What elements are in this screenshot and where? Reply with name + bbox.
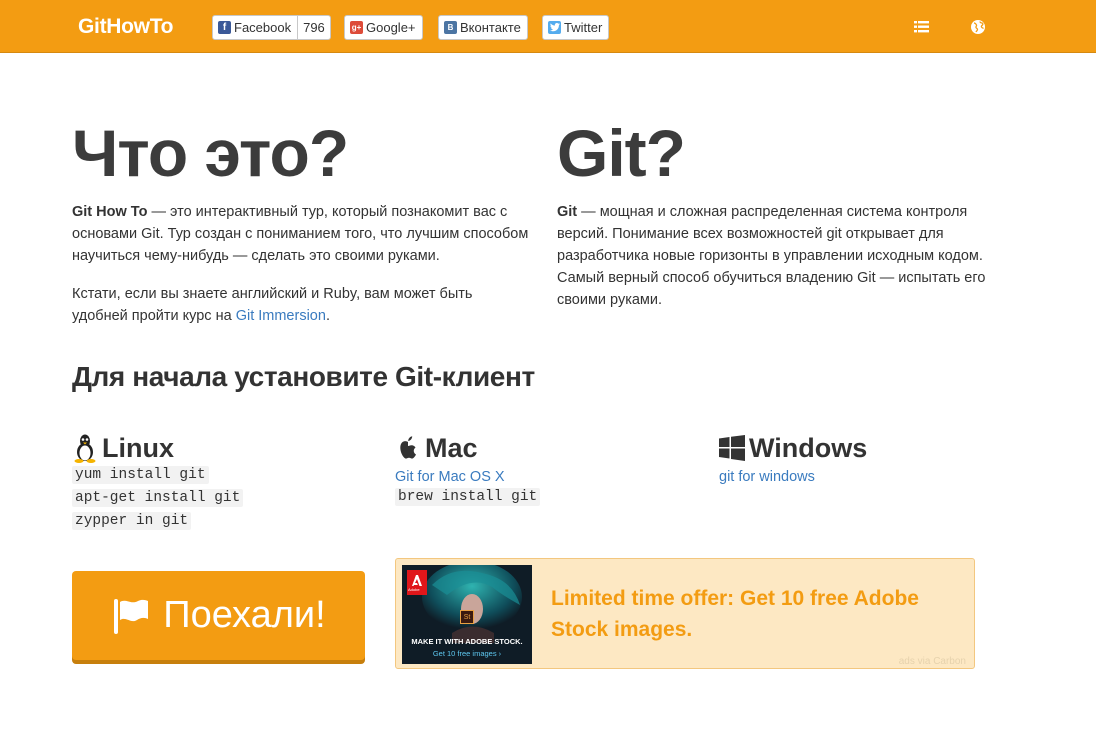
carbon-ad: Adobe St MAKE IT WITH ADOBE STOCK. Get 1… [395,558,975,669]
globe-icon[interactable] [968,17,988,37]
linux-label: Linux [102,432,174,463]
linux-command: zypper in git [72,512,192,530]
google-plus-share-button[interactable]: g+ Google+ [344,15,423,40]
linux-icon [72,433,98,463]
ad-text[interactable]: Limited time offer: Get 10 free Adobe St… [551,583,951,645]
start-tour-button[interactable]: Поехали! [72,571,365,660]
what-is-paragraph: Git How To — это интерактивный тур, кото… [72,201,532,267]
list-icon[interactable] [912,17,932,37]
top-navbar: GitHowTo f Facebook 796 g+ Google+ B Вко… [0,0,1096,53]
adobe-wordmark: Adobe [408,587,420,592]
vk-icon: B [444,21,457,34]
ad-image-cta: Get 10 free images › [432,649,502,658]
windows-label: Windows [749,432,868,463]
git-windows-link[interactable]: git for windows [719,469,815,485]
google-plus-label: Google+ [366,20,416,35]
flag-icon [111,596,151,636]
ad-image[interactable]: Adobe St MAKE IT WITH ADOBE STOCK. Get 1… [402,565,532,664]
linux-heading: Linux [72,432,243,464]
ads-via-carbon-link[interactable]: ads via Carbon [899,656,966,667]
twitter-share-button[interactable]: Twitter [542,15,610,40]
vk-share-button[interactable]: B Вконтакте [438,15,528,40]
facebook-count: 796 [297,16,330,39]
what-is-bold: Git How To [72,204,148,220]
vk-label: Вконтакте [460,20,521,35]
ad-image-headline: MAKE IT WITH ADOBE STOCK. [411,637,523,646]
facebook-share-button[interactable]: f Facebook 796 [212,15,331,40]
windows-section: Windows git for windows [719,432,867,486]
git-mac-link[interactable]: Git for Mac OS X [395,469,505,485]
git-title: Git? [557,116,686,190]
git-paragraph: Git — мощная и сложная распределенная си… [557,201,1012,311]
windows-heading: Windows [719,432,867,464]
stock-badge: St [460,610,474,624]
adobe-logo: Adobe [407,570,427,595]
apple-icon [395,433,421,463]
twitter-icon [548,21,561,34]
mac-heading: Mac [395,432,540,464]
git-text: — мощная и сложная распределенная систем… [557,204,986,308]
english-note-end: . [325,308,330,324]
windows-icon [719,433,745,463]
google-plus-icon: g+ [350,21,363,34]
start-tour-label: Поехали! [163,594,326,636]
mac-command: brew install git [395,488,541,506]
english-note-paragraph: Кстати, если вы знаете английский и Ruby… [72,283,512,327]
facebook-icon: f [218,21,231,34]
brand-logo[interactable]: GitHowTo [78,15,173,39]
mac-section: Mac Git for Mac OS X brew install git [395,432,541,509]
what-is-title: Что это? [72,116,349,190]
linux-command: yum install git [72,466,209,484]
linux-command: apt-get install git [72,489,244,507]
git-immersion-link[interactable]: Git Immersion [236,308,326,324]
git-bold: Git [557,204,578,220]
install-title: Для начала установите Git-клиент [72,361,535,392]
twitter-label: Twitter [564,20,603,35]
facebook-label: Facebook [234,20,292,35]
mac-label: Mac [425,432,478,463]
linux-section: Linux yum install git apt-get install gi… [72,432,244,533]
